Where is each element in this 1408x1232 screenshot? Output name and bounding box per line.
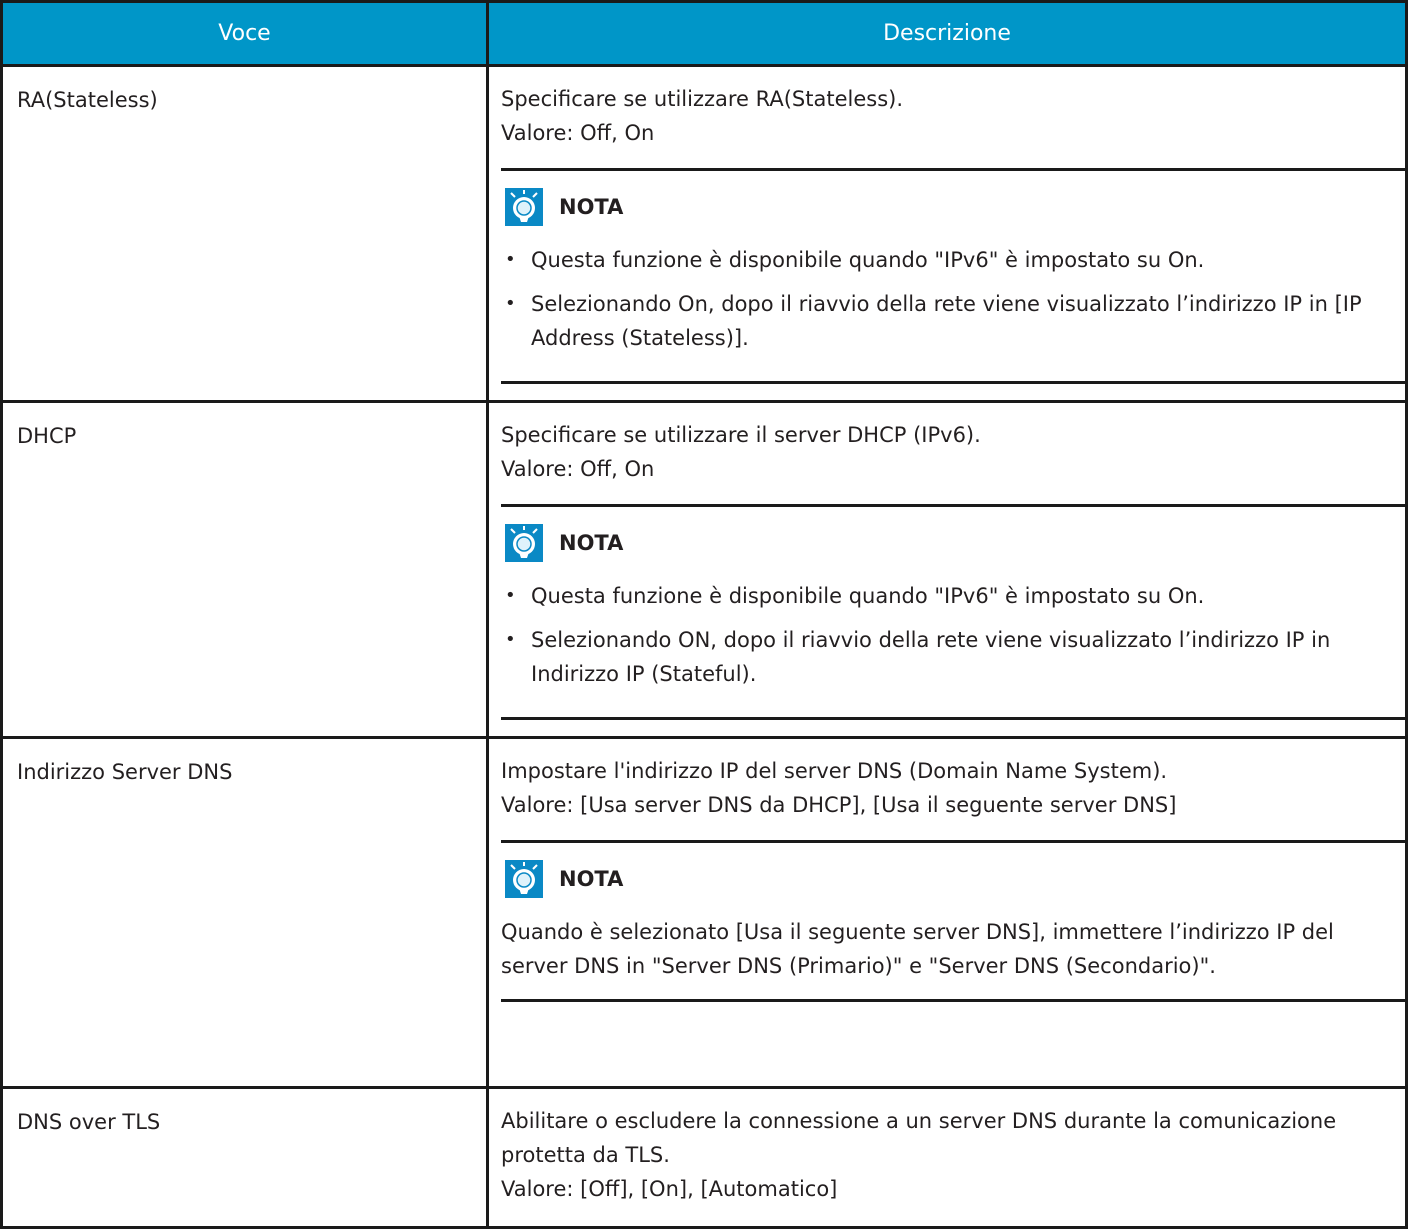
item-description: Specificare se utilizzare il server DHCP…: [486, 400, 1408, 739]
table-row: Indirizzo Server DNS Impostare l'indiriz…: [0, 736, 1408, 1089]
description-text: Abilitare o escludere la connessione a u…: [501, 1109, 1337, 1167]
table-row: DHCP Specificare se utilizzare il server…: [0, 400, 1408, 739]
item-name: RA(Stateless): [0, 64, 489, 403]
item-description: Specificare se utilizzare RA(Stateless).…: [486, 64, 1408, 403]
description-text: Specificare se utilizzare RA(Stateless).: [501, 87, 904, 111]
value-text: Valore: [Usa server DNS da DHCP], [Usa i…: [501, 793, 1177, 817]
note-box: NOTA Quando è selezionato [Usa il seguen…: [501, 840, 1405, 1002]
note-bullet-list: Questa funzione è disponibile quando "IP…: [501, 579, 1405, 691]
value-text: Valore: Off, On: [501, 457, 655, 481]
item-description: Impostare l'indirizzo IP del server DNS …: [486, 736, 1408, 1089]
item-description: Abilitare o escludere la connessione a u…: [486, 1086, 1408, 1229]
item-name: DHCP: [0, 400, 489, 739]
note-header: NOTA: [501, 185, 1405, 229]
note-text: Quando è selezionato [Usa il seguente se…: [501, 920, 1334, 978]
note-box: NOTA Questa funzione è disponibile quand…: [501, 168, 1405, 384]
lightbulb-icon: [505, 524, 543, 562]
description-text: Specificare se utilizzare il server DHCP…: [501, 423, 981, 447]
note-bullet: Questa funzione è disponibile quando "IP…: [501, 243, 1405, 277]
note-title: NOTA: [559, 531, 624, 555]
note-bullet: Selezionando ON, dopo il riavvio della r…: [501, 623, 1405, 691]
value-text: Valore: Off, On: [501, 121, 655, 145]
value-text: Valore: [Off], [On], [Automatico]: [501, 1177, 838, 1201]
note-title: NOTA: [559, 867, 624, 891]
item-name: DNS over TLS: [0, 1086, 489, 1229]
note-header: NOTA: [501, 521, 1405, 565]
item-name: Indirizzo Server DNS: [0, 736, 489, 1089]
header-descrizione: Descrizione: [486, 0, 1408, 67]
note-header: NOTA: [501, 857, 1405, 901]
description-text: Impostare l'indirizzo IP del server DNS …: [501, 759, 1168, 783]
settings-table: Voce Descrizione RA(Stateless) Specifica…: [0, 0, 1408, 1229]
note-box: NOTA Questa funzione è disponibile quand…: [501, 504, 1405, 720]
lightbulb-icon: [505, 188, 543, 226]
note-bullet-list: Questa funzione è disponibile quando "IP…: [501, 243, 1405, 355]
note-bullet: Selezionando On, dopo il riavvio della r…: [501, 287, 1405, 355]
note-bullet: Questa funzione è disponibile quando "IP…: [501, 579, 1405, 613]
table-row: DNS over TLS Abilitare o escludere la co…: [0, 1086, 1408, 1229]
table-row: RA(Stateless) Specificare se utilizzare …: [0, 64, 1408, 403]
note-title: NOTA: [559, 195, 624, 219]
lightbulb-icon: [505, 860, 543, 898]
header-voce: Voce: [0, 0, 489, 67]
table-header-row: Voce Descrizione: [0, 0, 1408, 67]
